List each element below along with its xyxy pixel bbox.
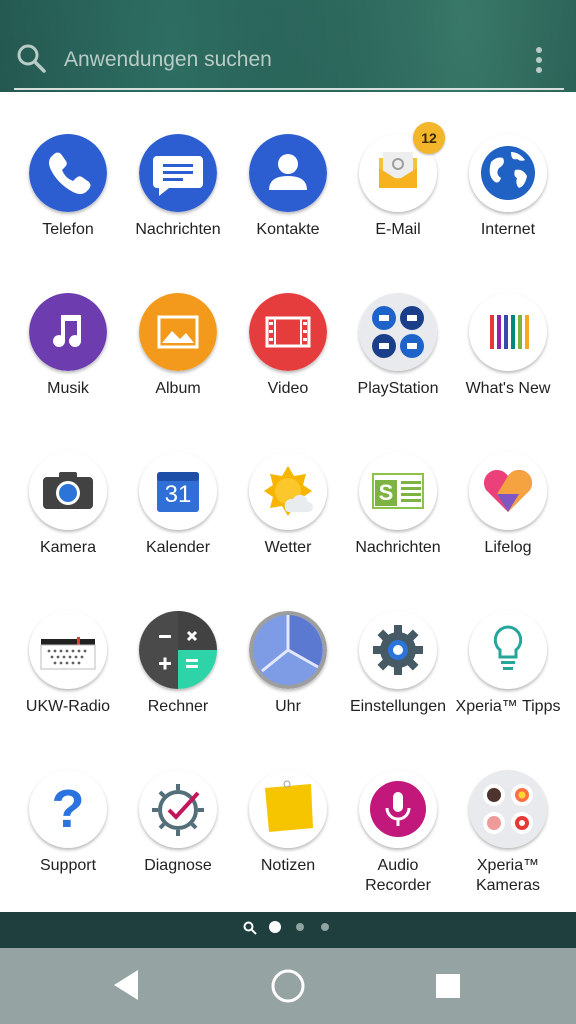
app-drawer: Telefon Nachrichten Kontakte 12 E-Mail I… (0, 92, 576, 912)
globe-icon (469, 134, 547, 212)
app-news[interactable]: S Nachrichten (343, 452, 453, 558)
app-xperia-kameras[interactable]: Xperia™ Kameras (453, 770, 563, 896)
app-label: Album (155, 380, 201, 397)
home-icon[interactable] (270, 968, 306, 1004)
app-telefon[interactable]: Telefon (13, 134, 123, 240)
app-label: Audio Recorder (365, 857, 431, 894)
app-rechner[interactable]: Rechner (123, 611, 233, 717)
cameras-icon (469, 770, 547, 848)
app-label: Xperia™ Tipps (455, 698, 561, 715)
app-wetter[interactable]: Wetter (233, 452, 343, 558)
app-label: Nachrichten (135, 221, 221, 238)
app-label: PlayStation (357, 380, 439, 397)
playstation-icon (359, 293, 437, 371)
lifelog-icon (469, 452, 547, 530)
settings-icon (359, 611, 437, 689)
app-label: Support (39, 857, 97, 874)
app-kamera[interactable]: Kamera (13, 452, 123, 558)
calendar-icon: 31 (139, 452, 217, 530)
app-lifelog[interactable]: Lifelog (453, 452, 563, 558)
music-icon (29, 293, 107, 371)
app-label: Einstellungen (349, 698, 447, 715)
question-mark: ? (51, 779, 85, 839)
app-einstellungen[interactable]: Einstellungen (343, 611, 453, 717)
album-icon (139, 293, 217, 371)
more-vert-icon[interactable] (528, 44, 550, 76)
app-label: Xperia™ Kameras (475, 857, 541, 894)
clock-icon (249, 611, 327, 689)
app-label: Internet (480, 221, 536, 238)
video-icon (249, 293, 327, 371)
contacts-icon (249, 134, 327, 212)
radio-icon (29, 611, 107, 689)
news-icon: S (359, 452, 437, 530)
app-audio-recorder[interactable]: Audio Recorder (343, 770, 453, 896)
recents-icon[interactable] (434, 972, 462, 1000)
question-icon: ? (29, 770, 107, 848)
messages-icon (139, 134, 217, 212)
app-label: Notizen (260, 857, 316, 874)
app-ukw-radio[interactable]: UKW-Radio (13, 611, 123, 717)
back-icon[interactable] (112, 968, 142, 1002)
page-dot[interactable] (321, 923, 329, 931)
app-label: UKW-Radio (25, 698, 111, 715)
search-icon[interactable] (16, 43, 46, 73)
app-musik[interactable]: Musik (13, 293, 123, 399)
camera-icon (29, 452, 107, 530)
app-diagnose[interactable]: Diagnose (123, 770, 233, 876)
app-label: Lifelog (484, 539, 532, 556)
page-dot[interactable] (296, 923, 304, 931)
notes-icon (249, 770, 327, 848)
app-whats-new[interactable]: What's New (453, 293, 563, 399)
app-album[interactable]: Album (123, 293, 233, 399)
app-label: Wetter (264, 539, 312, 556)
search-underline (14, 88, 564, 90)
app-e-mail[interactable]: 12 E-Mail (343, 122, 453, 240)
app-playstation[interactable]: PlayStation (343, 293, 453, 399)
page-indicator (0, 912, 576, 948)
app-label: Kamera (39, 539, 97, 556)
app-search-bar: Anwendungen suchen (0, 0, 576, 92)
search-input[interactable]: Anwendungen suchen (64, 44, 484, 76)
app-video[interactable]: Video (233, 293, 343, 399)
unread-count-badge: 12 (413, 122, 445, 154)
app-label: Musik (47, 380, 89, 397)
app-label: Nachrichten (355, 539, 441, 556)
app-label: Kalender (145, 539, 211, 556)
app-kalender[interactable]: 31 Kalender (123, 452, 233, 558)
lightbulb-icon (469, 611, 547, 689)
app-label: Diagnose (144, 857, 212, 874)
app-xperia-tipps[interactable]: Xperia™ Tipps (453, 611, 563, 717)
weather-icon (249, 452, 327, 530)
app-label: Rechner (147, 698, 209, 715)
news-letter: S (378, 480, 394, 505)
app-label: Uhr (275, 698, 301, 715)
app-nachrichten[interactable]: Nachrichten (123, 134, 233, 240)
app-label: What's New (465, 380, 551, 397)
diagnostics-icon (139, 770, 217, 848)
page-dot-active[interactable] (269, 921, 281, 933)
app-uhr[interactable]: Uhr (233, 611, 343, 717)
app-internet[interactable]: Internet (453, 134, 563, 240)
app-notizen[interactable]: Notizen (233, 770, 343, 876)
calendar-date: 31 (164, 481, 192, 508)
whats-new-icon (469, 293, 547, 371)
app-label: E-Mail (375, 221, 421, 238)
search-icon[interactable] (243, 921, 257, 935)
app-label: Telefon (42, 221, 94, 238)
microphone-icon (359, 770, 437, 848)
app-label: Kontakte (256, 221, 320, 238)
app-support[interactable]: ? Support (13, 770, 123, 876)
navigation-bar (0, 948, 576, 1024)
app-label: Video (267, 380, 309, 397)
phone-icon (29, 134, 107, 212)
app-kontakte[interactable]: Kontakte (233, 134, 343, 240)
calculator-icon (139, 611, 217, 689)
